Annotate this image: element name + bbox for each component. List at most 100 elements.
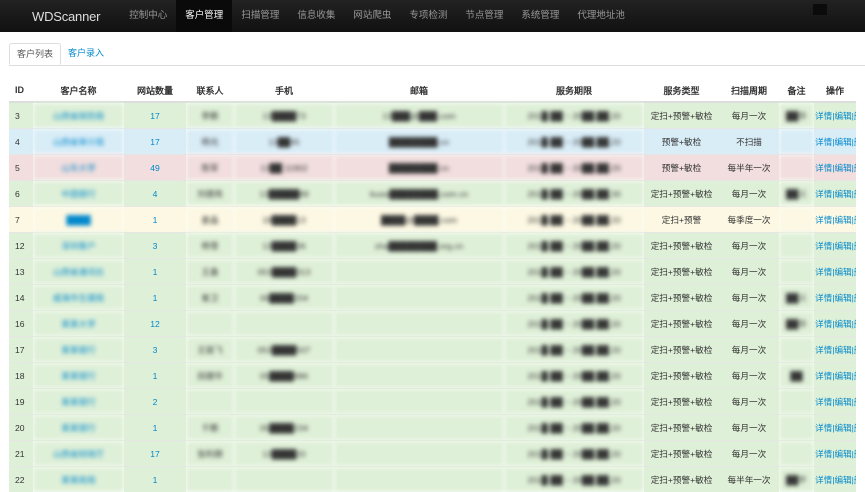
edit-link[interactable]: 编辑 [834,449,851,459]
detail-link[interactable]: 详情 [815,111,832,121]
tab-customer-list[interactable]: 客户列表 [9,43,61,65]
edit-link[interactable]: 编辑 [834,293,851,303]
edit-link[interactable]: 编辑 [834,137,851,147]
detail-link[interactable]: 详情 [815,449,832,459]
site-count-link[interactable]: 2 [124,389,186,415]
brand-logo[interactable]: WDScanner [32,9,100,24]
cell-scan-cycle: 每月一次 [719,389,779,415]
nav-item-crawler[interactable]: 网站爬虫 [344,0,400,32]
customer-name-link[interactable]: 山西省财政厅 [33,441,124,467]
customer-name-link[interactable]: 山西省审计局 [33,129,124,155]
site-count-link[interactable]: 3 [124,337,186,363]
delete-link[interactable]: 删除 [854,345,856,355]
delete-link[interactable]: 删除 [854,215,856,225]
site-count-link[interactable]: 49 [124,155,186,181]
site-count-link[interactable]: 12 [124,311,186,337]
detail-link[interactable]: 详情 [815,397,832,407]
edit-link[interactable]: 编辑 [834,111,851,121]
nav-item-customers[interactable]: 客户管理 [176,0,232,32]
detail-link[interactable]: 详情 [815,293,832,303]
edit-link[interactable]: 编辑 [834,189,851,199]
nav-user-block[interactable] [813,4,827,15]
edit-link[interactable]: 编辑 [834,475,851,485]
detail-link[interactable]: 详情 [815,475,832,485]
detail-link[interactable]: 详情 [815,345,832,355]
edit-link[interactable]: 编辑 [834,345,851,355]
cell-note [779,389,814,415]
detail-link[interactable]: 详情 [815,189,832,199]
site-count-link[interactable]: 1 [124,415,186,441]
nav-item-dashboard[interactable]: 控制中心 [120,0,176,32]
edit-link[interactable]: 编辑 [834,163,851,173]
cell-email [334,415,504,441]
detail-link[interactable]: 详情 [815,267,832,277]
customer-name-link[interactable]: 某某政局 [33,467,124,492]
site-count-link[interactable]: 1 [124,467,186,492]
tab-customer-entry[interactable]: 客户录入 [61,43,111,65]
cell-contact: 王丽飞 [186,337,234,363]
detail-link[interactable]: 详情 [815,215,832,225]
delete-link[interactable]: 删除 [854,397,856,407]
customer-name-link[interactable]: 山西省通讯社 [33,259,124,285]
nav-item-info-gathering[interactable]: 信息收集 [288,0,344,32]
site-count-link[interactable]: 3 [124,233,186,259]
customer-name-link[interactable]: 某某银行 [33,389,124,415]
edit-link[interactable]: 编辑 [834,319,851,329]
edit-link[interactable]: 编辑 [834,241,851,251]
cell-id: 3 [9,102,33,129]
delete-link[interactable]: 删除 [854,293,856,303]
customer-name-link[interactable]: ████ [33,207,124,233]
detail-link[interactable]: 详情 [815,423,832,433]
site-count-link[interactable]: 1 [124,363,186,389]
customer-name-link[interactable]: 某某大学 [33,311,124,337]
edit-link[interactable]: 编辑 [834,397,851,407]
delete-link[interactable]: 删除 [854,423,856,433]
delete-link[interactable]: 删除 [854,449,856,459]
detail-link[interactable]: 详情 [815,371,832,381]
customer-name-link[interactable]: 山西省政防局 [33,102,124,129]
nav-item-special-detection[interactable]: 专项检测 [400,0,456,32]
edit-link[interactable]: 编辑 [834,423,851,433]
delete-link[interactable]: 删除 [854,189,856,199]
site-count-link[interactable]: 1 [124,259,186,285]
delete-link[interactable]: 删除 [854,241,856,251]
cell-scan-cycle: 每月一次 [719,363,779,389]
customer-name-link[interactable]: 威海市生建局 [33,285,124,311]
customer-name-link[interactable]: 某某银行 [33,337,124,363]
delete-link[interactable]: 删除 [854,163,856,173]
nav-item-system[interactable]: 系统管理 [512,0,568,32]
site-count-link[interactable]: 17 [124,441,186,467]
delete-link[interactable]: 删除 [854,371,856,381]
nav-item-proxy-pool[interactable]: 代理地址池 [568,0,634,32]
cell-id: 5 [9,155,33,181]
detail-link[interactable]: 详情 [815,241,832,251]
delete-link[interactable]: 删除 [854,137,856,147]
edit-link[interactable]: 编辑 [834,215,851,225]
edit-link[interactable]: 编辑 [834,371,851,381]
customer-name-link[interactable]: 山东大学 [33,155,124,181]
customer-name-link[interactable]: 某某银行 [33,415,124,441]
delete-link[interactable]: 删除 [854,319,856,329]
delete-link[interactable]: 删除 [854,111,856,121]
site-count-link[interactable]: 17 [124,102,186,129]
delete-link[interactable]: 删除 [854,475,856,485]
customer-tabs: 客户列表 客户录入 [9,43,865,66]
edit-link[interactable]: 编辑 [834,267,851,277]
customer-name-link[interactable]: 深圳客户 [33,233,124,259]
detail-link[interactable]: 详情 [815,137,832,147]
nav-item-scans[interactable]: 扫描管理 [232,0,288,32]
nav-item-nodes[interactable]: 节点管理 [456,0,512,32]
site-count-link[interactable]: 4 [124,181,186,207]
detail-link[interactable]: 详情 [815,319,832,329]
customer-name-link[interactable]: 中国银行 [33,181,124,207]
site-count-link[interactable]: 1 [124,207,186,233]
site-count-link[interactable]: 1 [124,285,186,311]
cell-service-period: 201█-██ ~ 20██.██.20 [504,155,644,181]
cell-service-period: 201█-██ ~ 20██.██.20 [504,233,644,259]
cell-service-period: 201█-██ ~ 20██.██.20 [504,467,644,492]
site-count-link[interactable]: 17 [124,129,186,155]
delete-link[interactable]: 删除 [854,267,856,277]
row-actions: 详情|编辑|删除 [814,207,856,233]
customer-name-link[interactable]: 某某银行 [33,363,124,389]
detail-link[interactable]: 详情 [815,163,832,173]
